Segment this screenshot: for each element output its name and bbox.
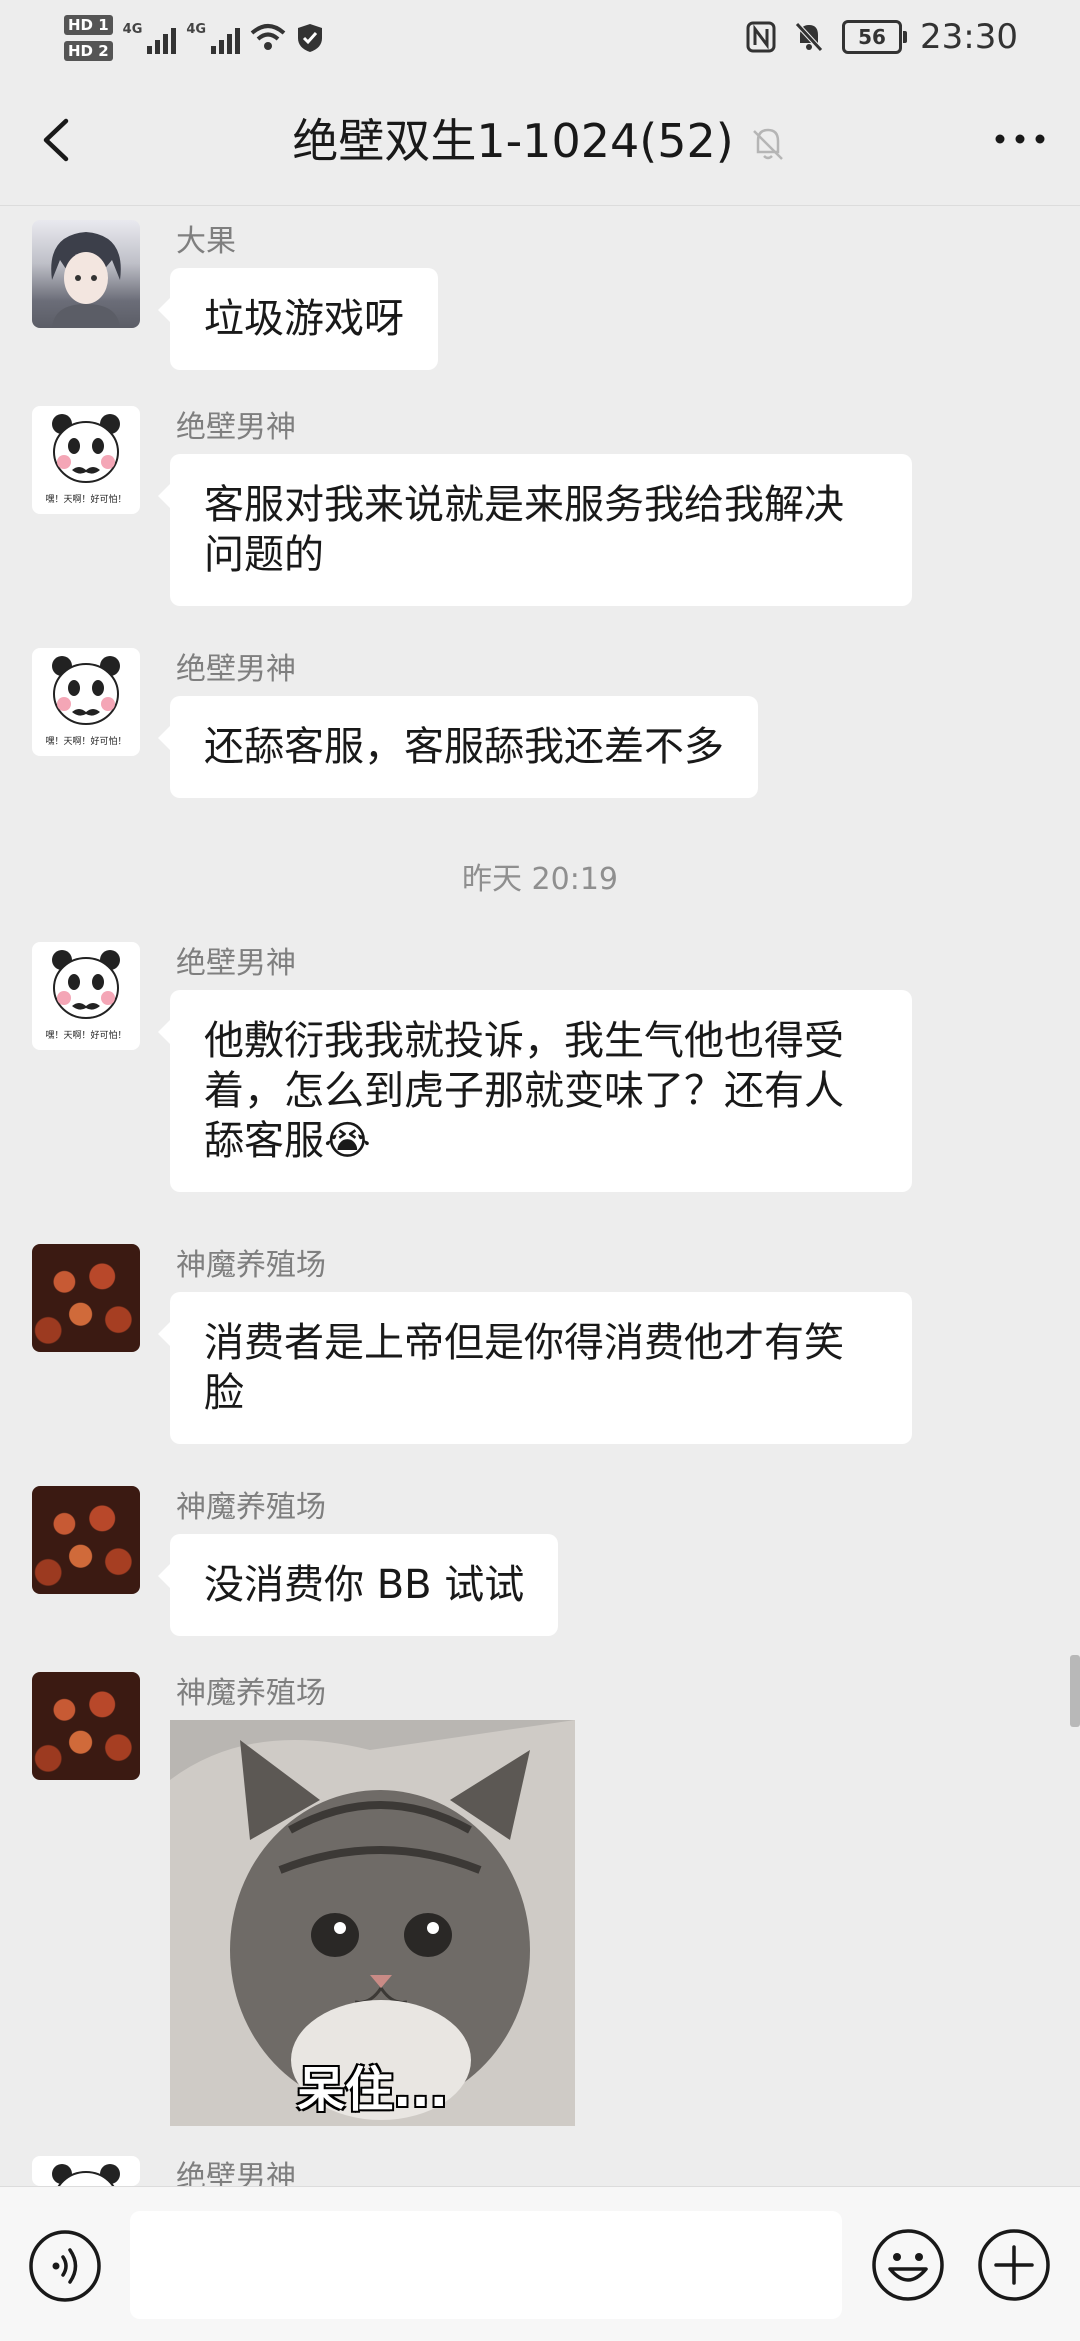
avatar[interactable]: 嘿！天啊！好可怕！ — [32, 942, 140, 1050]
sender-name: 神魔养殖场 — [176, 1490, 326, 1525]
avatar[interactable] — [32, 2156, 140, 2186]
chat-header: 绝壁双生1-1024(52) — [0, 75, 1080, 206]
sticker-caption: 呆住... — [297, 2062, 448, 2118]
bell-off-status-icon — [795, 22, 823, 52]
nfc-icon — [746, 21, 776, 53]
panda-avatar-icon — [52, 2164, 120, 2186]
avatar[interactable] — [32, 1244, 140, 1352]
emoji-icon[interactable] — [870, 2227, 946, 2303]
avatar[interactable]: 嘿！天啊！好可怕！ — [32, 648, 140, 756]
signal-icon-1: 4G — [123, 22, 177, 54]
shield-icon — [298, 24, 323, 52]
message-bubble[interactable]: 他敷衍我我就投诉，我生气他也得受着，怎么到虎子那就变味了？还有人舔客服😭 — [158, 990, 912, 1192]
message-bubble[interactable]: 还舔客服，客服舔我还差不多 — [158, 696, 758, 798]
battery-indicator: 56 — [842, 20, 908, 54]
message-bubble[interactable]: 垃圾游戏呀 — [158, 268, 438, 370]
sender-name: 绝壁男神 — [176, 410, 296, 445]
panda-avatar-icon: 嘿！天啊！好可怕！ — [45, 950, 127, 1041]
avatar[interactable]: 嘿！天啊！好可怕！ — [32, 406, 140, 514]
status-time: 23:30 — [920, 17, 1018, 57]
status-bar: HD 1 HD 2 4G 4G 56 23:30 — [0, 0, 1080, 75]
scrollbar-thumb[interactable] — [1070, 1655, 1080, 1727]
sender-name: 绝壁男神 — [176, 946, 296, 981]
sender-name: 神魔养殖场 — [176, 1248, 326, 1283]
hd1-badge: HD 1 — [64, 15, 113, 35]
timestamp: 昨天 20:19 — [462, 862, 618, 897]
sticker-image[interactable]: 呆住... — [170, 1720, 575, 2126]
chat-title-wrap: 绝壁双生1-1024(52) — [0, 111, 1080, 171]
avatar[interactable] — [32, 1486, 140, 1594]
svg-text:嘿！天啊！好可怕！: 嘿！天啊！好可怕！ — [45, 1029, 126, 1041]
plus-icon[interactable] — [976, 2227, 1052, 2303]
sender-name: 大果 — [176, 224, 236, 259]
bell-off-icon — [752, 128, 783, 160]
message-bubble[interactable]: 没消费你 BB 试试 — [157, 1534, 559, 1636]
signal-icon-2: 4G — [186, 22, 241, 54]
voice-icon[interactable] — [28, 2229, 102, 2303]
svg-text:嘿！天啊！好可怕！: 嘿！天啊！好可怕！ — [45, 493, 126, 505]
panda-avatar-icon: 嘿！天啊！好可怕！ — [45, 656, 127, 747]
chat-title: 绝壁双生1-1024(52) — [292, 114, 734, 168]
avatar[interactable] — [32, 220, 140, 328]
sender-name: 绝壁男神 — [176, 652, 296, 687]
wifi-icon — [250, 24, 286, 50]
sender-name: 神魔养殖场 — [176, 1676, 326, 1711]
input-bar — [0, 2186, 1080, 2341]
message-input[interactable] — [130, 2211, 842, 2319]
panda-avatar-icon: 嘿！天啊！好可怕！ — [45, 414, 127, 505]
message-bubble[interactable]: 消费者是上帝但是你得消费他才有笑脸 — [158, 1292, 912, 1444]
anime-avatar-icon — [51, 232, 121, 328]
more-dots-icon[interactable] — [990, 119, 1050, 159]
avatar[interactable] — [32, 1672, 140, 1780]
svg-text:嘿！天啊！好可怕！: 嘿！天啊！好可怕！ — [45, 735, 126, 747]
message-bubble[interactable]: 客服对我来说就是来服务我给我解决问题的 — [158, 454, 912, 606]
hd2-badge: HD 2 — [64, 41, 113, 61]
